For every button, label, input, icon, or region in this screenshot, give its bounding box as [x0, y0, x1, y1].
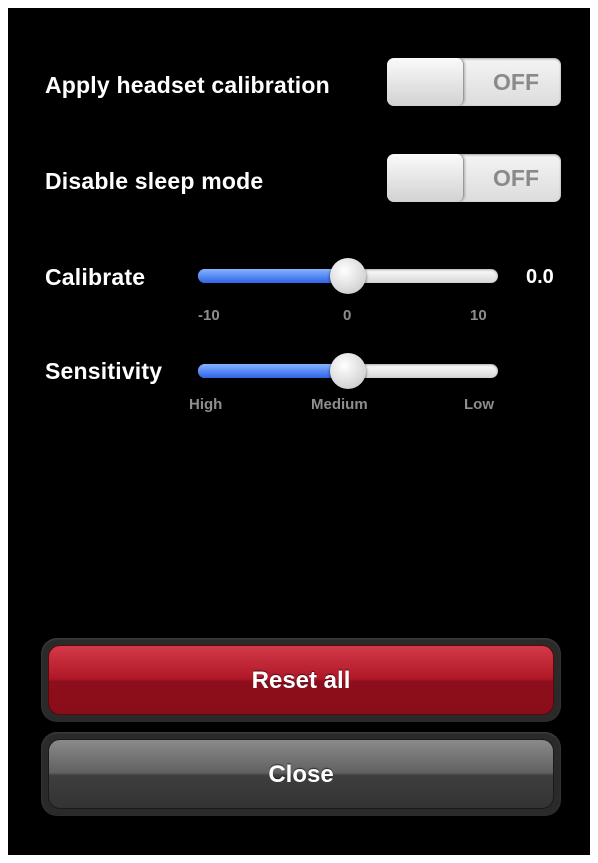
sensitivity-label: Sensitivity [45, 358, 163, 384]
toggle-state-label: OFF [493, 165, 539, 191]
toggle-state-label: OFF [493, 69, 539, 95]
sensitivity-tick-medium: Medium [311, 396, 368, 413]
calibrate-tick-mid: 0 [343, 307, 352, 324]
sensitivity-tick-low: Low [464, 396, 494, 413]
slider-thumb[interactable] [330, 353, 366, 389]
settings-panel: Apply headset calibration OFF Disable sl… [8, 8, 590, 855]
calibrate-slider[interactable] [198, 256, 498, 296]
reset-button-frame: Reset all [41, 638, 561, 722]
sensitivity-tick-high: High [189, 396, 223, 413]
sleep-mode-toggle[interactable]: OFF [387, 154, 561, 202]
calibrate-label: Calibrate [45, 264, 146, 290]
slider-fill [198, 364, 348, 378]
close-button-frame: Close [41, 732, 561, 816]
slider-fill [198, 269, 348, 283]
headset-calibration-label: Apply headset calibration [45, 72, 330, 98]
close-button[interactable]: Close [48, 739, 554, 809]
sensitivity-slider[interactable] [198, 351, 498, 391]
slider-thumb[interactable] [330, 258, 366, 294]
calibrate-tick-max: 10 [470, 307, 487, 324]
calibrate-value: 0.0 [526, 266, 554, 288]
sleep-mode-label: Disable sleep mode [45, 168, 264, 194]
toggle-knob [387, 154, 464, 202]
reset-all-button[interactable]: Reset all [48, 645, 554, 715]
headset-calibration-toggle[interactable]: OFF [387, 58, 561, 106]
calibrate-tick-min: -10 [198, 307, 220, 324]
toggle-knob [387, 58, 464, 106]
